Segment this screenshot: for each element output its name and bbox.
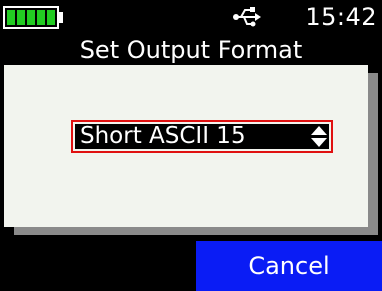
output-format-select[interactable]: Short ASCII 15 xyxy=(71,120,333,153)
clock: 15:42 xyxy=(305,3,377,31)
status-bar: 15:42 xyxy=(0,0,382,36)
cancel-button[interactable]: Cancel xyxy=(196,241,382,291)
battery-tip xyxy=(59,12,63,23)
up-down-spinner-icon[interactable] xyxy=(310,125,328,148)
usb-icon xyxy=(233,7,261,27)
output-format-value: Short ASCII 15 xyxy=(80,123,246,149)
battery-full-icon xyxy=(3,6,59,29)
select-inner: Short ASCII 15 xyxy=(75,124,329,149)
page-title: Set Output Format xyxy=(79,36,303,64)
